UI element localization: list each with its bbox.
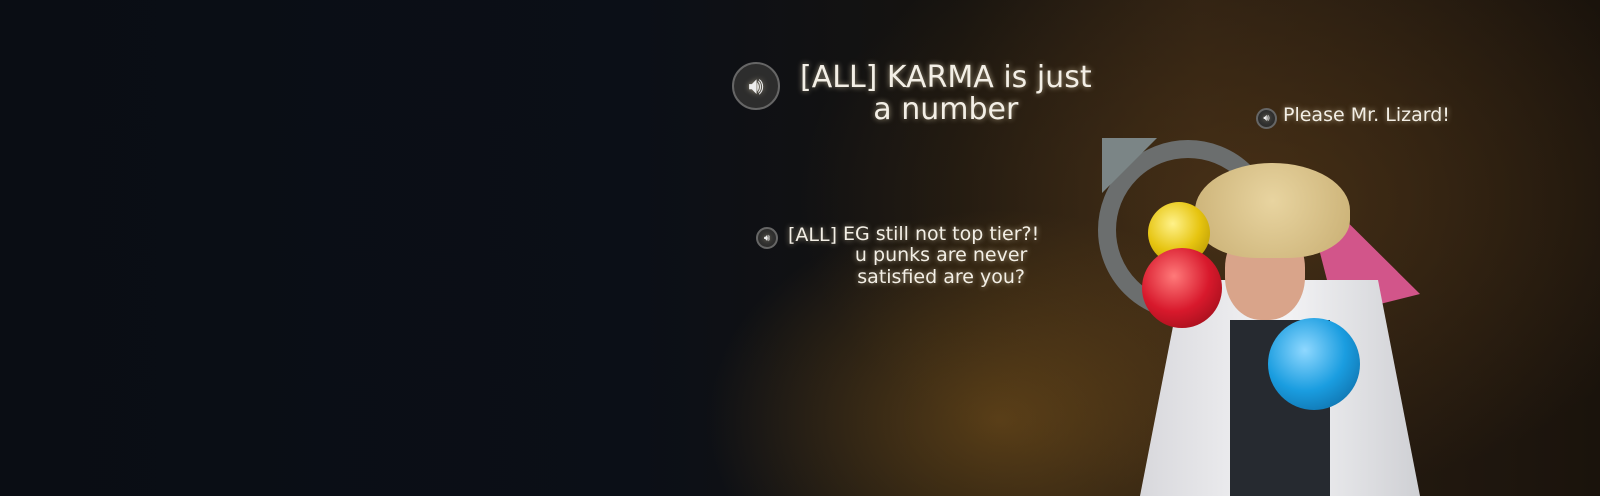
chat-text: EG still not top tier?! u punks are neve… [843, 223, 1040, 288]
blue-balloon [1268, 318, 1360, 410]
speaker-icon: 🔊︎ [1256, 108, 1277, 129]
chat-text: [ALL] KARMA is just a number [800, 60, 1092, 127]
red-balloon [1142, 248, 1222, 328]
chat-prefix: [ALL] [788, 224, 837, 246]
blonde-wig [1195, 163, 1350, 258]
speaker-icon: 🔊︎ [732, 62, 780, 110]
chat-line-karma: 🔊︎ [ALL] KARMA is just a number [732, 62, 1092, 125]
chat-text: Please Mr. Lizard! [1283, 104, 1450, 126]
speaker-icon: 🔊︎ [756, 227, 778, 249]
chat-line-eg: 🔊︎ [ALL] EG still not top tier?! u punks… [756, 223, 1040, 288]
chat-line-lizard: 🔊︎ Please Mr. Lizard! [1256, 104, 1450, 129]
logo-triangle [1102, 138, 1157, 193]
